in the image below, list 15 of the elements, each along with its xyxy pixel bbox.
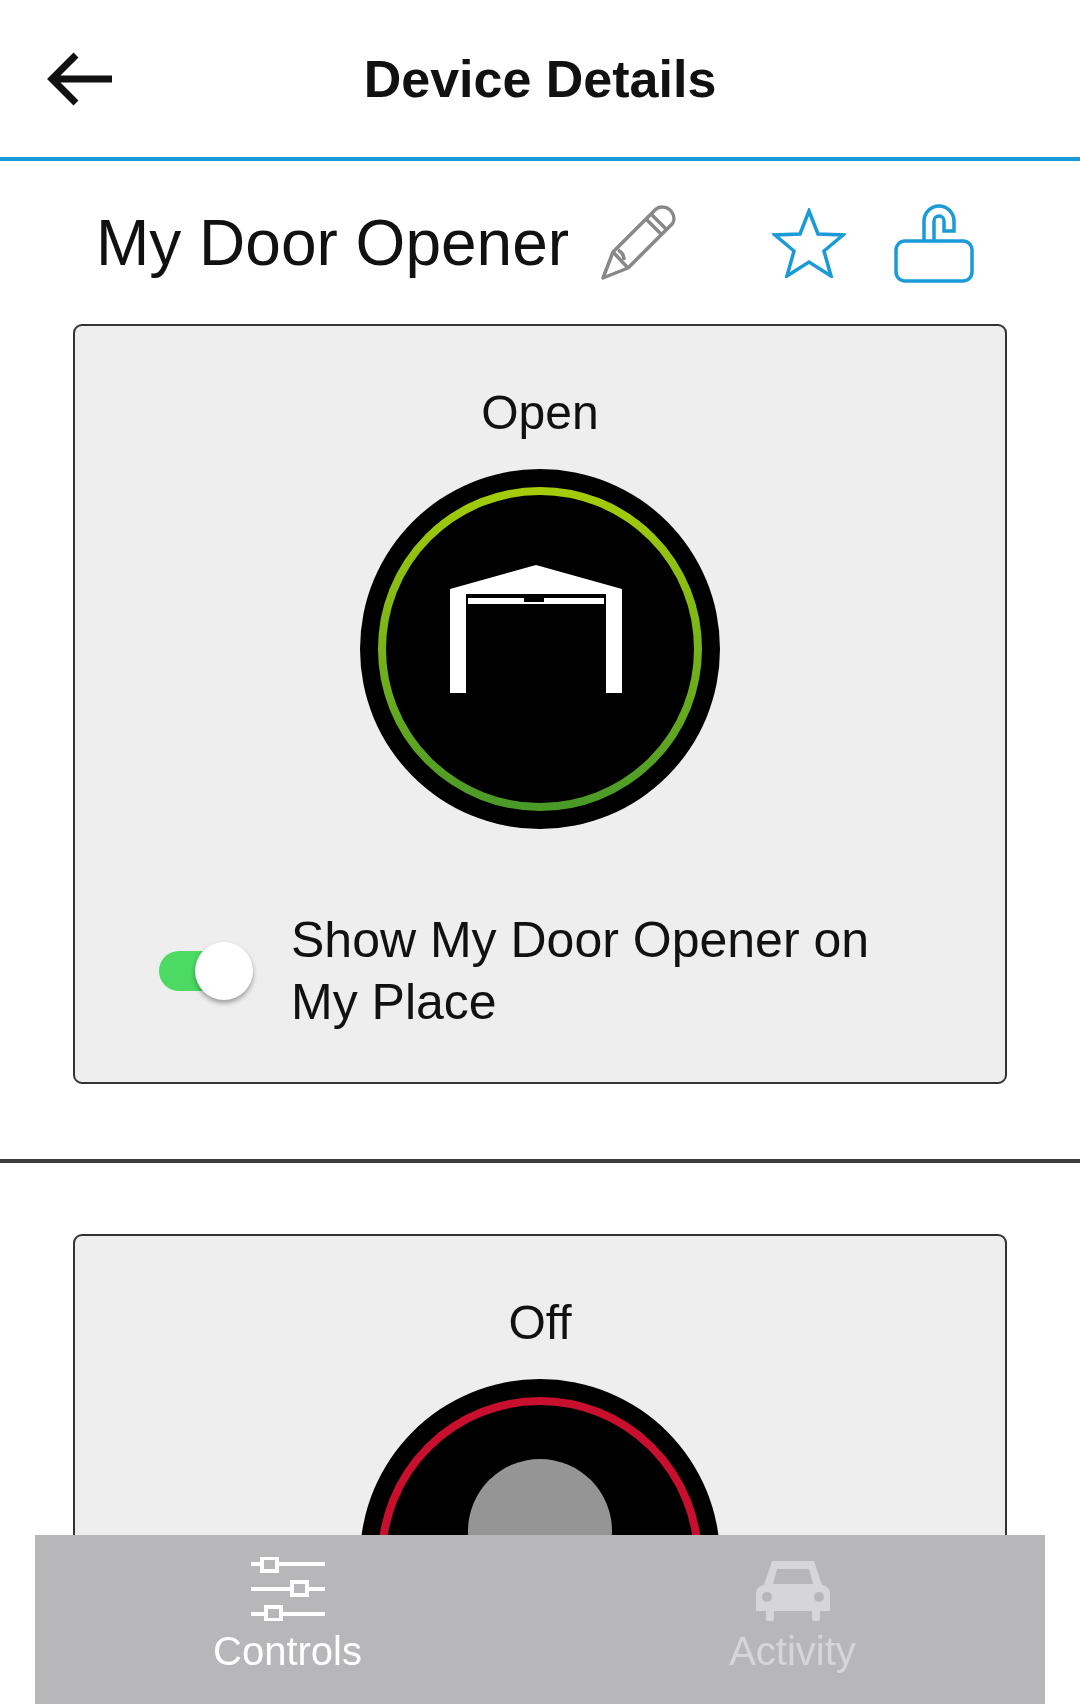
- garage-door-control[interactable]: [360, 469, 720, 829]
- favorite-button[interactable]: [772, 207, 847, 278]
- edit-button[interactable]: [599, 203, 678, 282]
- status-label: Open: [480, 385, 600, 441]
- unlocked-padlock-icon: [894, 202, 975, 283]
- sliders-icon: [250, 1557, 325, 1621]
- status-label: Off: [507, 1295, 573, 1351]
- back-arrow-icon: [46, 50, 114, 107]
- star-icon: [772, 207, 847, 278]
- toggle-label: Show My Door Opener on My Place: [291, 911, 871, 1032]
- tab[interactable]: Controls: [35, 1535, 540, 1704]
- screen-title: Device Details: [362, 48, 718, 109]
- lock-button[interactable]: [894, 202, 975, 283]
- device-name: My Door Opener: [96, 205, 570, 280]
- pencil-icon: [599, 203, 678, 282]
